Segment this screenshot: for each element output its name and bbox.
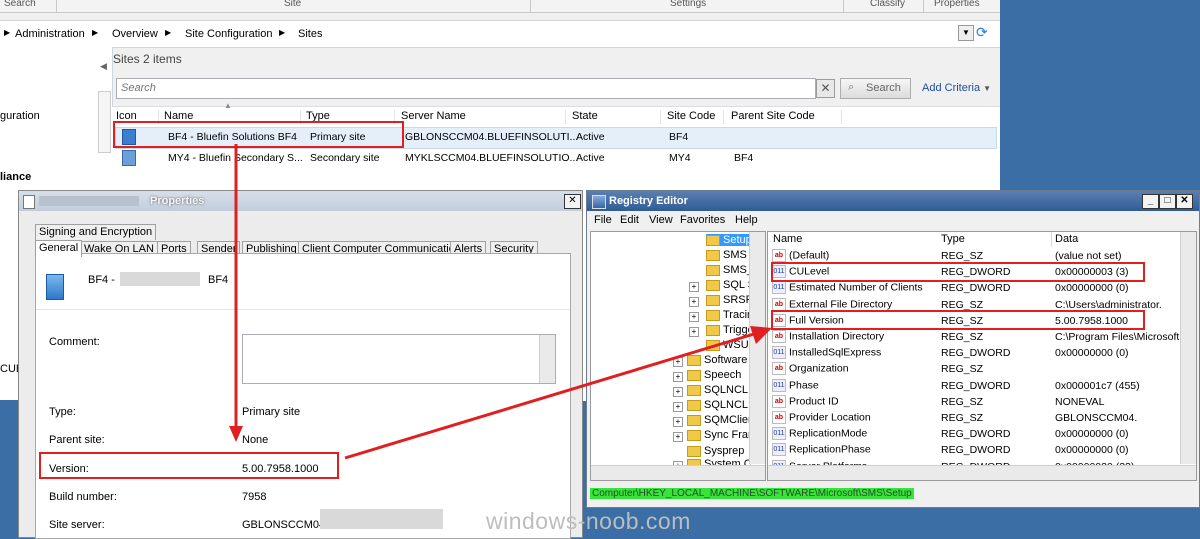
tab-general[interactable]: General (35, 240, 83, 257)
annotation-arrows (229, 144, 772, 460)
watermark: windows-noob.com (486, 508, 691, 534)
arrowhead (750, 326, 772, 344)
arrow-version-to-registry (344, 332, 755, 460)
arrowhead (229, 426, 243, 442)
